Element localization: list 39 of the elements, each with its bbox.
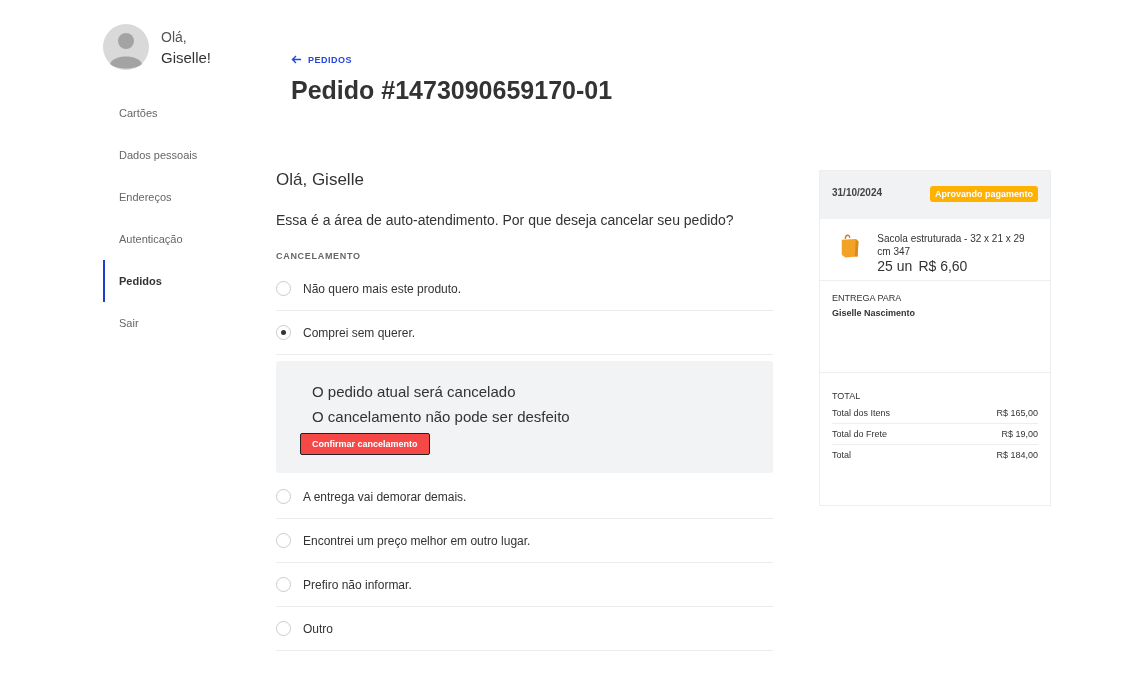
- sidebar-item[interactable]: Endereços: [103, 176, 276, 218]
- section-label: CANCELAMENTO: [276, 251, 362, 261]
- recipient-name: Giselle Nascimento: [832, 308, 917, 318]
- question-text: Essa é a área de auto-atendimento. Por que deseja cancelar seu pedido?: [276, 212, 735, 228]
- item-quantity: 25 un: [877, 258, 913, 274]
- item-name: Sacola estruturada - 32 x 21 x 29 cm 347: [877, 232, 1026, 258]
- sidebar-item[interactable]: Sair: [103, 302, 276, 344]
- reason-option[interactable]: A entrega vai demorar demais.: [276, 475, 773, 519]
- user-name: Giselle!: [161, 48, 212, 66]
- reason-option[interactable]: Encontrei um preço melhor em outro lugar.: [276, 519, 773, 563]
- item-price: R$ 6,60: [918, 258, 968, 274]
- total-label: Total do Frete: [832, 429, 888, 439]
- reason-option[interactable]: Não quero mais este produto.: [276, 267, 773, 311]
- total-label: Total: [832, 450, 851, 460]
- warning-text: O pedido atual será cancelado: [312, 383, 517, 400]
- greeting-heading: Olá, Giselle: [276, 170, 365, 190]
- reason-option[interactable]: Outro: [276, 607, 773, 651]
- total-label: Total dos Itens: [832, 408, 891, 418]
- greeting-text: Olá,: [161, 28, 188, 45]
- shopping-bag-icon: [840, 232, 860, 260]
- arrow-left-icon: [291, 55, 302, 64]
- status-badge: Aprovando pagamento: [930, 186, 1038, 202]
- sidebar-item[interactable]: Cartões: [103, 92, 276, 134]
- page-title: Pedido #1473090659170-01: [291, 76, 614, 105]
- sidebar-item[interactable]: Autenticação: [103, 218, 276, 260]
- total-heading: TOTAL: [832, 391, 861, 401]
- reason-option[interactable]: Comprei sem querer.: [276, 311, 773, 355]
- sidebar-item[interactable]: Pedidos: [103, 260, 276, 302]
- reason-option[interactable]: Prefiro não informar.: [276, 563, 773, 607]
- total-value: R$ 184,00: [996, 450, 1038, 460]
- delivery-label: ENTREGA PARA: [832, 293, 903, 303]
- order-date: 31/10/2024: [832, 187, 883, 198]
- avatar-icon: [103, 24, 149, 70]
- total-value: R$ 165,00: [996, 408, 1038, 418]
- sidebar-item[interactable]: Dados pessoais: [103, 134, 276, 176]
- total-value: R$ 19,00: [1001, 429, 1038, 439]
- confirm-cancel-button[interactable]: Confirmar cancelamento: [300, 433, 430, 455]
- warning-text: O cancelamento não pode ser desfeito: [312, 408, 571, 425]
- back-link[interactable]: PEDIDOS: [291, 54, 352, 65]
